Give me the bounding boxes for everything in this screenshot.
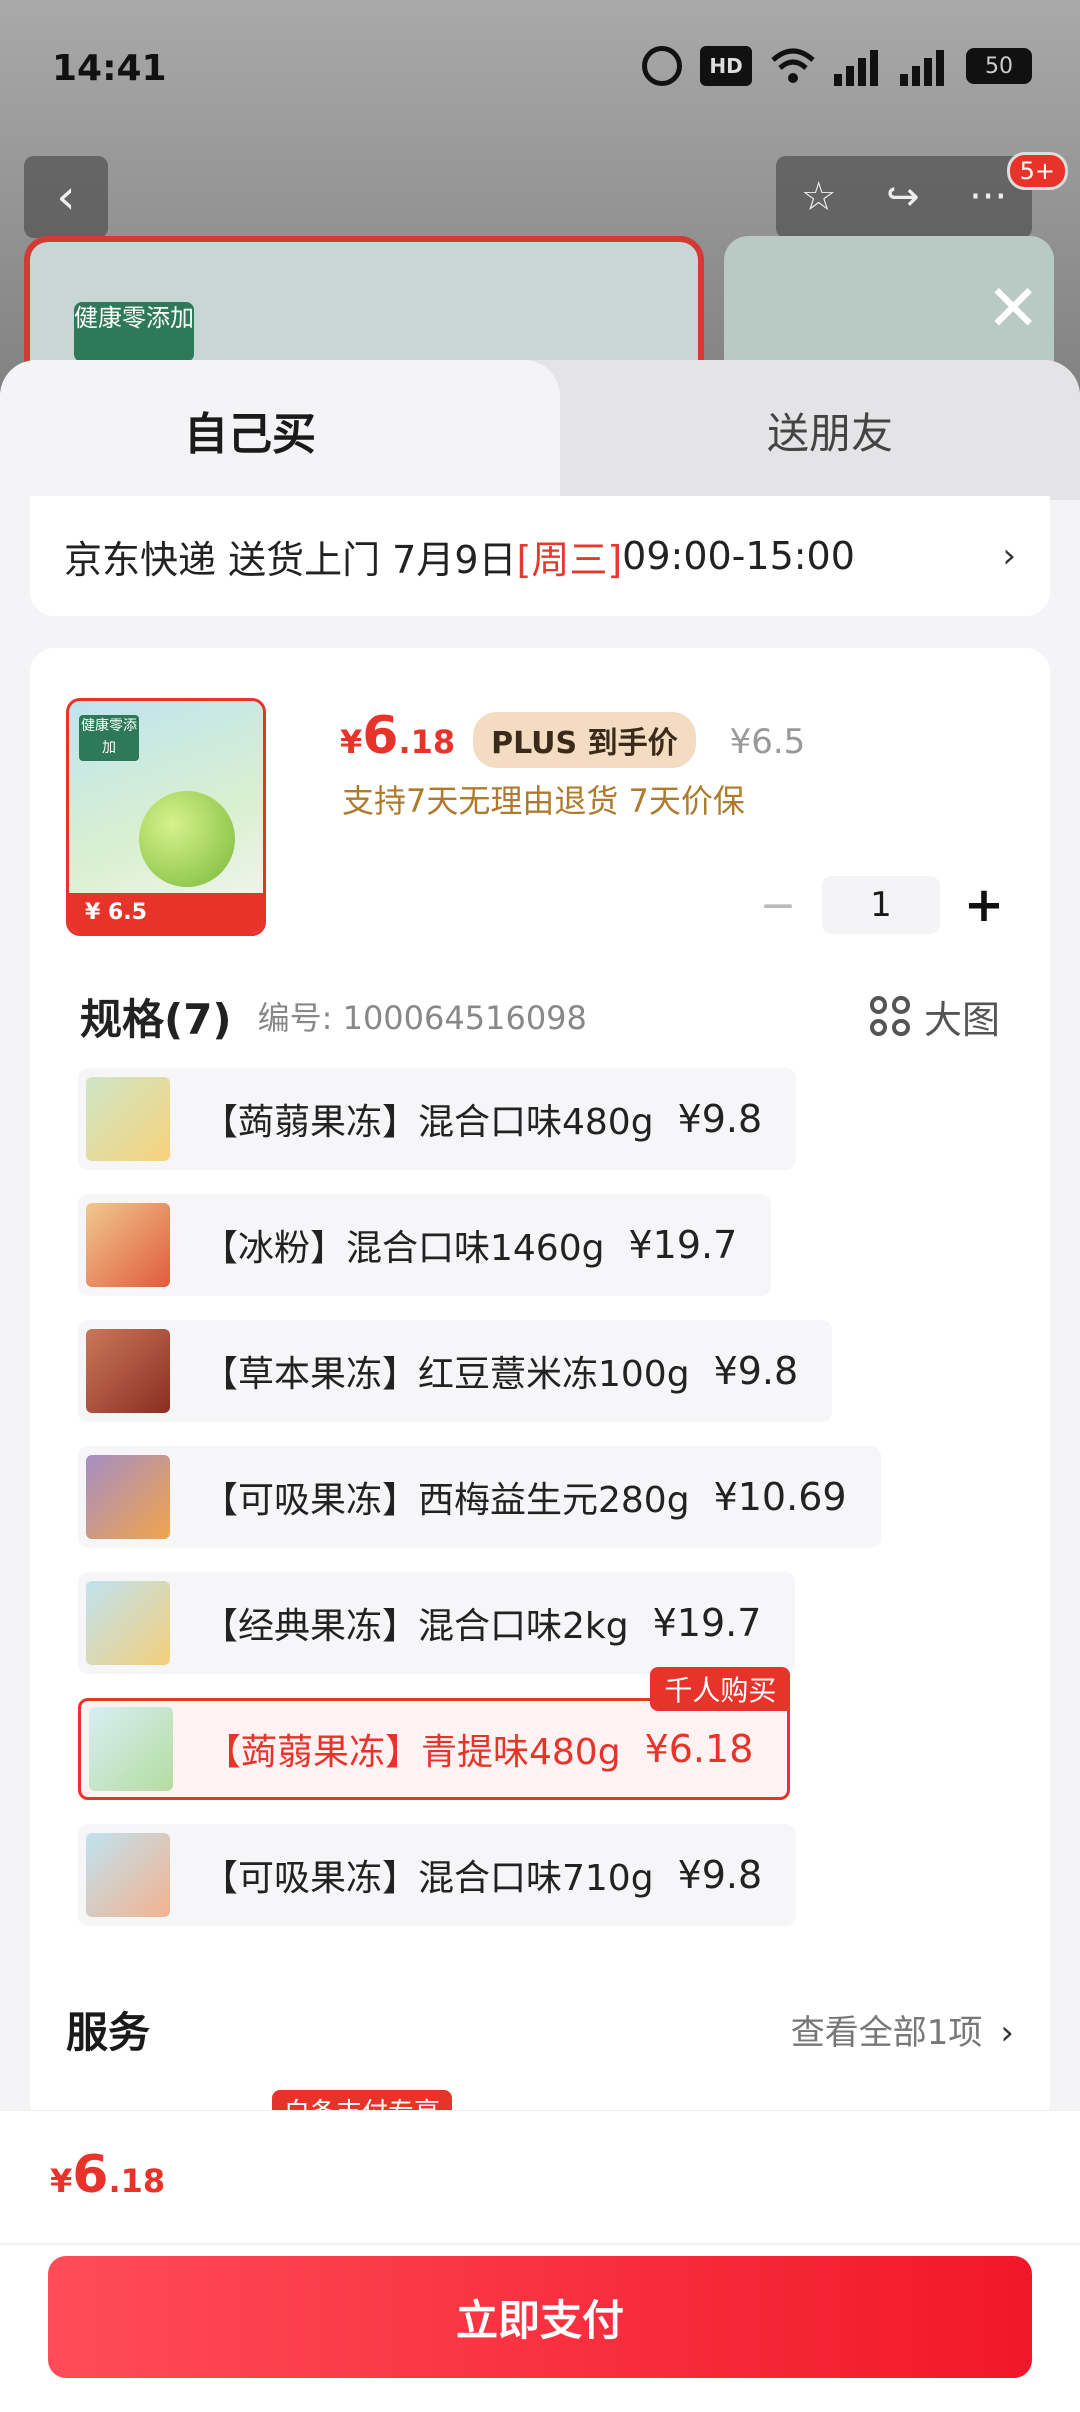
option-price: ¥9.8 [677,1097,763,1141]
spec-option[interactable]: 【草本果冻】红豆薏米冻100g ¥9.8 [78,1320,833,1422]
option-label: 【蒟蒻果冻】混合口味480g [202,1102,654,1143]
thumbnail-tag: 健康零添加 [79,715,139,761]
total-dec: .18 [108,2162,166,2200]
back-icon: ‹ [56,169,76,225]
purchase-sheet: 送朋友 自己买 京东快递 送货上门 7月9日 [周三] 09:00-15:00 … [0,360,1080,2412]
option-image [86,1581,170,1665]
option-image [86,1329,170,1413]
option-price: ¥10.69 [713,1475,847,1519]
service-more: 查看全部1项 › [791,2005,1014,2054]
total-int: 6 [72,2145,109,2205]
option-label: 【蒟蒻果冻】青提味480g [205,1732,621,1773]
spec-option-selected[interactable]: 【蒟蒻果冻】青提味480g ¥6.18 千人购买 [78,1667,791,1800]
price-symbol: ¥ [340,723,363,761]
delivery-slot: 09:00-15:00 [622,534,855,578]
total-price-value: ¥6.18 [50,2145,165,2205]
chevron-right-icon: › [1000,2012,1014,2053]
grid-icon [869,996,910,1036]
spec-option[interactable]: 【可吸果冻】西梅益生元280g ¥10.69 [78,1446,881,1548]
guarantee-text: 支持7天无理由退货 7天价保 [342,782,745,820]
wifi-icon [770,46,816,86]
total-price: ¥6.18 [50,2145,165,2205]
option-image [86,1833,170,1917]
option-price: ¥19.7 [628,1223,738,1267]
alarm-icon [642,46,682,86]
chevron-right-icon: › [1002,536,1016,576]
battery-icon: 50 [966,48,1032,84]
product-number: 编号: 100064516098 [257,999,587,1037]
thumbnail-price: ¥ 6.5 [69,893,263,933]
product-thumbnail[interactable]: 健康零添加 ¥ 6.5 [66,698,266,936]
option-image [86,1455,170,1539]
product-card: 健康零添加 ¥ 6.5 ¥6.18 PLUS 到手价 ¥6.5 支持7天无理由退… [30,648,1050,2131]
tab-buy-self[interactable]: 自己买 [0,360,560,500]
spec-option[interactable]: 【冰粉】混合口味1460g ¥19.7 [78,1194,772,1296]
option-price: ¥9.8 [713,1349,799,1393]
price-row: ¥6.18 PLUS 到手价 ¥6.5 [340,706,805,768]
quantity-input[interactable]: 1 [822,876,940,934]
spec-title: 规格(7) [80,994,232,1044]
delivery-text: 京东快递 送货上门 7月9日 [64,537,517,582]
option-image [89,1707,173,1791]
close-icon[interactable]: ✕ [986,272,1040,346]
signal-2-icon [900,46,948,86]
increase-button[interactable]: + [954,877,1014,933]
popular-badge: 千人购买 [650,1667,791,1711]
big-picture-label: 大图 [923,997,1000,1042]
option-label: 【经典果冻】混合口味2kg [202,1606,629,1647]
tab-gift-friend[interactable]: 送朋友 [520,360,1080,500]
option-image [86,1077,170,1161]
top-actions: ☆ ↪ ··· [776,156,1032,238]
footer-bar: ¥6.18 立即支付 [0,2110,1080,2412]
hd-icon: HD [700,46,752,86]
delivery-row[interactable]: 京东快递 送货上门 7月9日 [周三] 09:00-15:00 › [30,496,1050,616]
delivery-weekday: [周三] [516,537,623,582]
price-dec: .18 [398,723,456,761]
signal-1-icon [834,46,882,86]
decrease-button[interactable]: − [748,880,808,931]
option-label: 【可吸果冻】混合口味710g [202,1858,654,1899]
background-tag: 健康零添加 [74,302,194,362]
divider [0,2243,1080,2245]
favorite-icon[interactable]: ☆ [801,174,837,220]
status-bar: 14:41 HD 50 [0,0,1080,140]
plus-price-badge: PLUS 到手价 [473,712,696,768]
current-price: ¥6.18 [340,706,455,766]
status-icons: HD 50 [642,46,1032,86]
option-price: ¥19.7 [652,1601,762,1645]
total-symbol: ¥ [50,2162,73,2200]
tab-bar: 送朋友 自己买 [0,360,1080,500]
service-title: 服务 [66,2007,151,2057]
spec-option[interactable]: 【蒟蒻果冻】混合口味480g ¥9.8 [78,1068,797,1170]
spec-option[interactable]: 【经典果冻】混合口味2kg ¥19.7 [78,1572,796,1674]
big-picture-button[interactable]: 大图 [869,989,1000,1044]
spec-option[interactable]: 【可吸果冻】混合口味710g ¥9.8 [78,1824,797,1926]
share-icon[interactable]: ↪ [886,174,920,220]
more-icon[interactable]: ··· [969,174,1007,220]
quantity-stepper: − 1 + [748,876,1014,934]
option-label: 【冰粉】混合口味1460g [202,1228,605,1269]
back-button[interactable]: ‹ [24,156,108,238]
service-row[interactable]: 服务 查看全部1项 › [66,1996,1014,2062]
service-more-label: 查看全部1项 [790,2012,983,2053]
option-image [86,1203,170,1287]
option-label: 【草本果冻】红豆薏米冻100g [202,1354,690,1395]
option-price: ¥9.8 [677,1853,763,1897]
option-price: ¥6.18 [644,1727,754,1771]
pay-now-button[interactable]: 立即支付 [48,2256,1032,2378]
clock: 14:41 [52,48,167,89]
option-label: 【可吸果冻】西梅益生元280g [202,1480,690,1521]
grape-jelly-image [139,791,235,887]
price-int: 6 [362,706,399,766]
message-badge: 5+ [1006,152,1068,190]
spec-header: 规格(7) 编号: 100064516098 大图 [80,986,1000,1046]
original-price: ¥6.5 [729,722,806,762]
